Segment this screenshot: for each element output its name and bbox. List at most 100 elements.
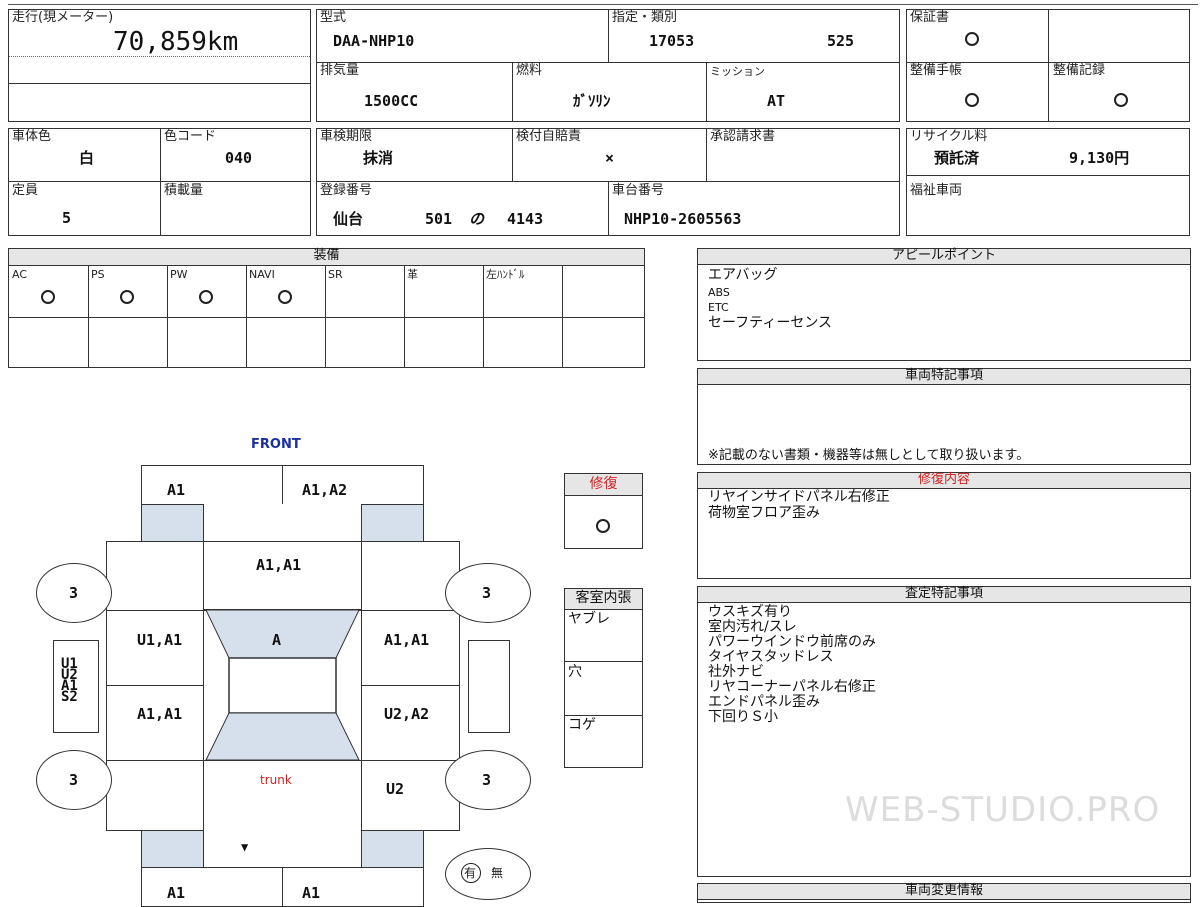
- car-diagram: FRONT A1 A1,A2 A1,A1 U1,A1 A1,A1 A1,A1 U…: [0, 430, 560, 907]
- repair-details-line-1: リヤインサイドパネル右修正: [708, 489, 890, 505]
- recycle-label: リサイクル料: [910, 129, 988, 144]
- color-value: 白: [79, 149, 95, 167]
- reg-kana: の: [469, 210, 485, 228]
- maintenance-record-label: 整備記録: [1053, 63, 1106, 78]
- equipment-label: PS: [91, 268, 105, 281]
- documents-box: 保証書 整備手帳 整備記録: [906, 9, 1190, 122]
- cell-tire-fl: 3: [69, 584, 79, 602]
- rear-bumper-divider: [282, 867, 283, 907]
- equipment-col-divider: [246, 266, 247, 367]
- recycle-status: 預託済: [934, 149, 980, 167]
- special-notes-box: 車両特記事項 ※記載のない書類・機器等は無しとして取り扱います。: [697, 368, 1191, 465]
- designation-value: 17053: [649, 32, 695, 50]
- mileage-label: 走行(現メーター): [12, 10, 114, 25]
- chassis-divider: [608, 181, 609, 235]
- reg-number: 4143: [507, 210, 544, 228]
- assessment-line: エンドパネル歪み: [708, 694, 820, 710]
- designation-label: 指定・類別: [612, 10, 678, 25]
- interior-divider-1: [565, 661, 642, 662]
- color-divider: [160, 129, 161, 235]
- interior-box: 客室内張 ヤブレ 穴 コゲ: [564, 588, 643, 768]
- transmission-divider: [706, 62, 707, 122]
- appeal-box: アピールポイント エアバッグ ABS ETC セーフティーセンス: [697, 248, 1191, 361]
- equipment-col-divider: [404, 266, 405, 367]
- mileage-divider: [9, 83, 310, 84]
- appeal-line-4: セーフティーセンス: [708, 315, 833, 331]
- equipment-check-circle: [120, 290, 134, 304]
- displacement-value: 1500CC: [364, 92, 419, 110]
- maintenance-book-circle: [965, 93, 979, 107]
- color-code-value: 040: [225, 149, 253, 167]
- repair-flag-label: 修復: [565, 474, 642, 496]
- cell-front-left: A1: [167, 481, 186, 499]
- model-value: DAA-NHP10: [333, 32, 415, 50]
- transmission-value: AT: [767, 92, 786, 110]
- cell-roof-front: A: [272, 631, 282, 649]
- hood: [203, 541, 362, 610]
- equipment-check-circle: [278, 290, 292, 304]
- repair-details-line-2: 荷物室フロア歪み: [708, 505, 820, 521]
- change-info-box: 車両変更情報: [697, 883, 1191, 903]
- equipment-label: 左ﾊﾝﾄﾞﾙ: [486, 268, 525, 281]
- model-label: 型式: [320, 10, 347, 25]
- rear-key-mark: ▼: [241, 840, 249, 854]
- rear-glass: [205, 712, 360, 760]
- repair-flag-circle: [596, 519, 610, 533]
- approval-divider: [706, 129, 707, 181]
- front-label: FRONT: [251, 437, 301, 452]
- model-box: 型式 DAA-NHP10 指定・類別 17053 525 排気量 1500CC …: [316, 9, 900, 122]
- grille: [203, 504, 362, 542]
- recycle-row-divider: [907, 175, 1189, 176]
- assessment-line: 下回りＳ小: [708, 709, 778, 725]
- equipment-label: PW: [170, 268, 188, 281]
- fuel-label: 燃料: [516, 63, 543, 78]
- cell-tire-rl: 3: [69, 771, 79, 789]
- change-info-title: 車両変更情報: [698, 884, 1190, 900]
- equipment-check-circle: [199, 290, 213, 304]
- warranty-circle: [965, 32, 979, 46]
- assessment-line: ウスキズ有り: [708, 604, 792, 620]
- cell-side-left: U1 U2 A1 S2: [61, 656, 78, 705]
- appeal-line-3: ETC: [708, 301, 729, 314]
- displacement-label: 排気量: [320, 63, 360, 78]
- interior-title: 客室内張: [565, 589, 642, 610]
- interior-item-2: 穴: [568, 664, 582, 680]
- assessment-title: 査定特記事項: [698, 587, 1190, 603]
- reg-class: 501: [425, 210, 453, 228]
- equipment-col-divider: [562, 266, 563, 367]
- watermark: WEB-STUDIO.PRO: [845, 790, 1161, 830]
- welfare-label: 福祉車両: [910, 183, 963, 198]
- equipment-check-circle: [41, 290, 55, 304]
- interior-item-1: ヤブレ: [568, 611, 610, 627]
- fuel-value: ｶﾞｿﾘﾝ: [573, 92, 611, 110]
- equipment-col-divider: [483, 266, 484, 367]
- no-label: 無: [491, 866, 504, 880]
- repair-details-title: 修復内容: [698, 473, 1190, 489]
- assessment-line: 社外ナビ: [708, 664, 764, 680]
- equipment-col-divider: [325, 266, 326, 367]
- inspection-label: 車検期限: [320, 129, 373, 144]
- transmission-label: ミッション: [710, 65, 765, 78]
- assessment-line: リヤコーナーパネル右修正: [708, 679, 876, 695]
- recycle-amount: 9,130円: [1069, 149, 1130, 167]
- equipment-label: AC: [12, 268, 28, 281]
- interior-item-3: コゲ: [568, 717, 596, 733]
- mileage-dotted-line: [9, 56, 310, 57]
- cell-rear-right: A1: [302, 884, 321, 902]
- equipment-col-divider: [167, 266, 168, 367]
- repair-details-box: 修復内容 リヤインサイドパネル右修正 荷物室フロア歪み: [697, 472, 1191, 579]
- cabin-glass: [205, 610, 360, 760]
- side-sill-right: [468, 640, 510, 733]
- row-line-4: [106, 760, 460, 761]
- chassis-value: NHP10-2605563: [624, 210, 742, 228]
- approval-label: 承認請求書: [710, 129, 776, 144]
- assessment-line: 室内汚れ/スレ: [708, 619, 797, 635]
- equipment-box: 装備 AC PS PW NAVI SR 革 左ﾊﾝﾄﾞﾙ: [8, 248, 645, 368]
- mileage-value: 70,859km: [113, 27, 239, 57]
- cell-tire-fr: 3: [482, 584, 492, 602]
- cell-door-rr: U2,A2: [384, 705, 430, 723]
- insurance-divider: [512, 129, 513, 181]
- top-edge: [8, 4, 1198, 5]
- color-code-label: 色コード: [164, 129, 217, 144]
- reg-city: 仙台: [333, 210, 364, 228]
